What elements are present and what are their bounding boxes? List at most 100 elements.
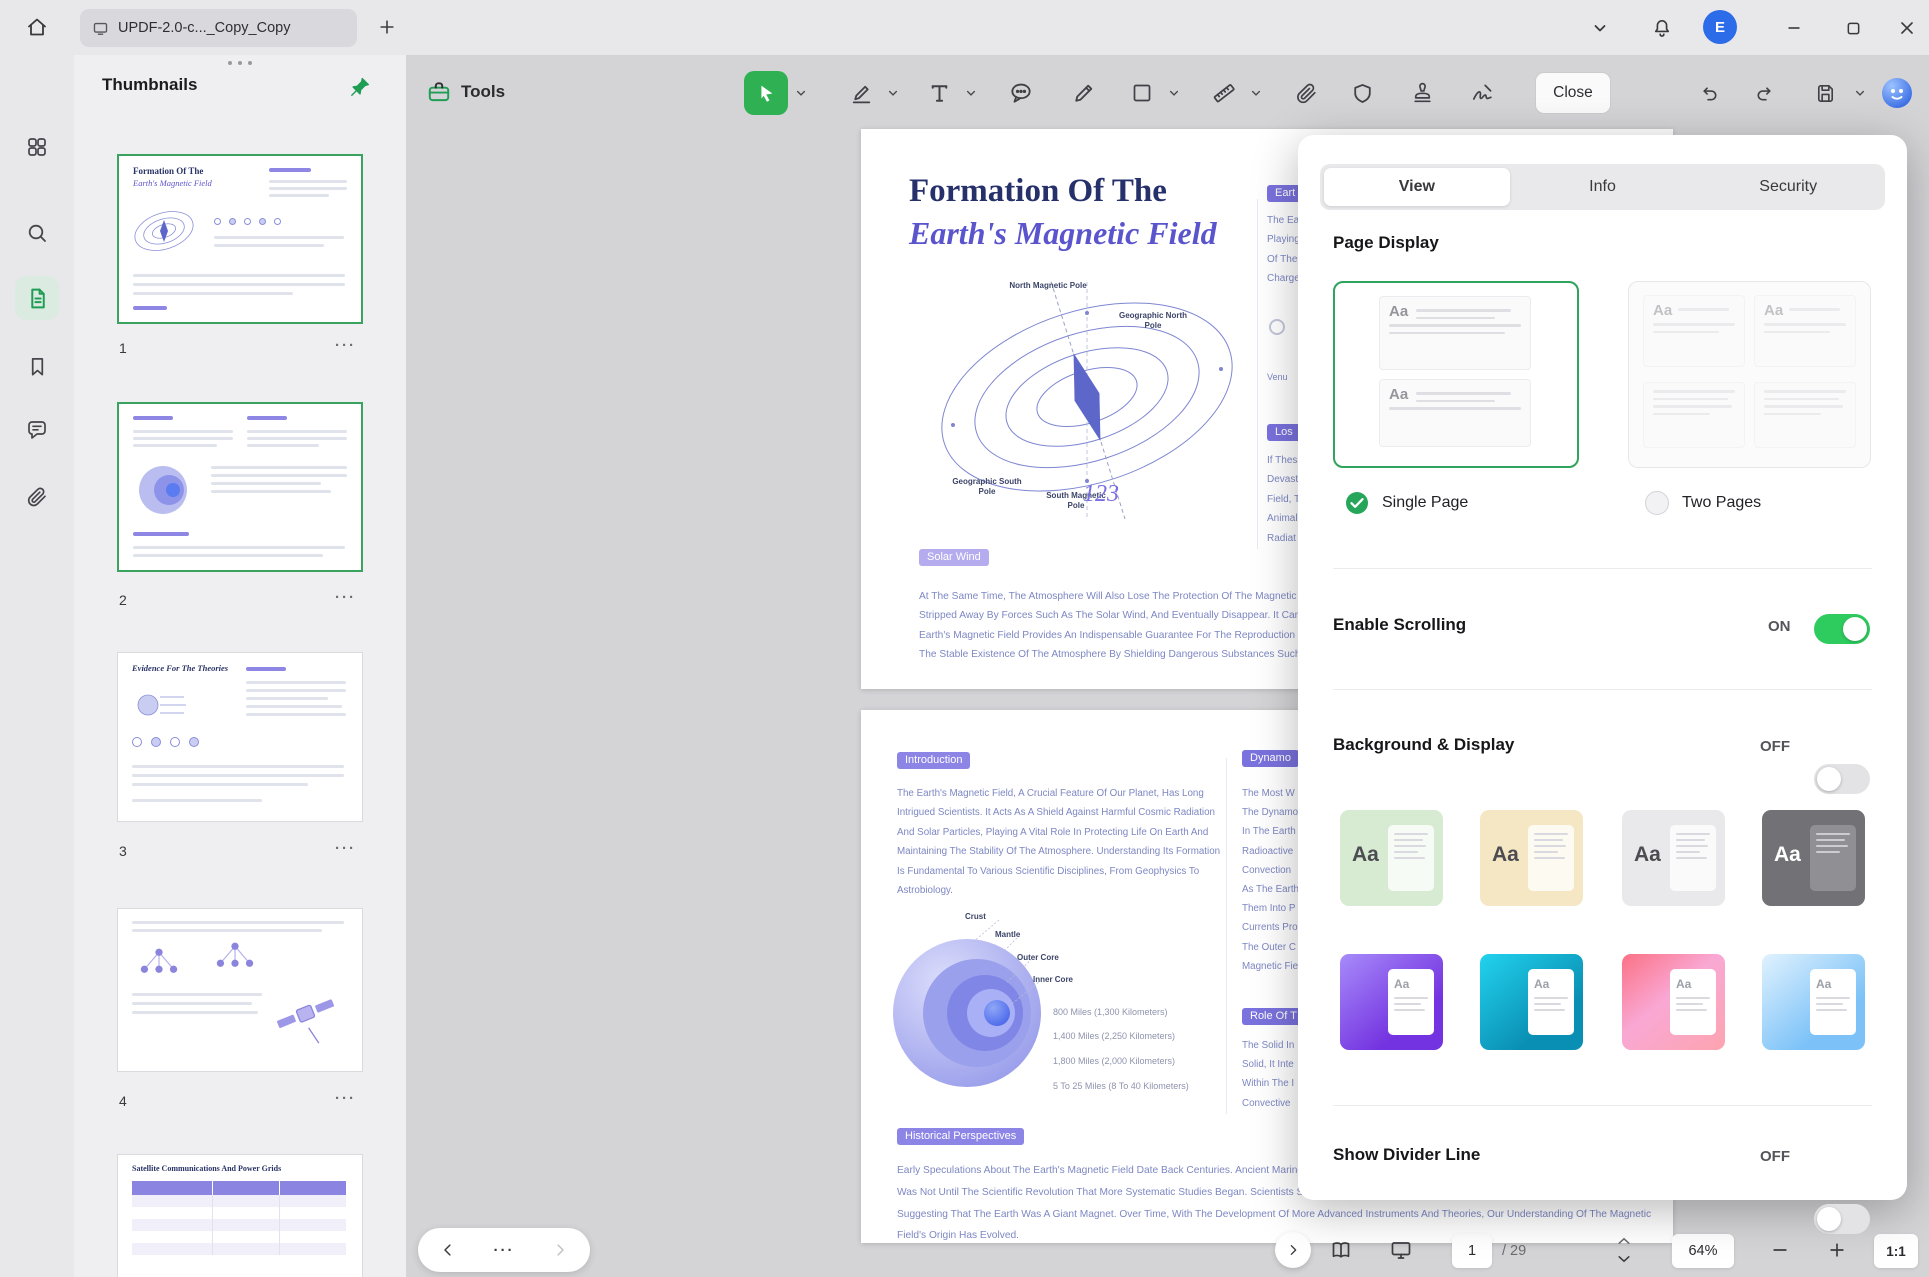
thumb2-menu-button[interactable]: ··· xyxy=(335,589,356,606)
select-tool-chevron-icon[interactable] xyxy=(795,87,807,99)
redo-button[interactable] xyxy=(1746,75,1782,111)
pin-panel-button[interactable] xyxy=(342,69,378,105)
tab-security[interactable]: Security xyxy=(1695,168,1881,206)
prev-page-button[interactable] xyxy=(432,1234,464,1266)
thumb3-circles-row xyxy=(132,737,199,747)
thumbnail-page-2[interactable] xyxy=(117,402,363,572)
signature-tool-button[interactable] xyxy=(1463,73,1503,113)
tab-view[interactable]: View xyxy=(1324,168,1510,206)
sidebar-item-search[interactable] xyxy=(17,213,57,253)
collapse-toolbar-button[interactable] xyxy=(1584,12,1616,44)
thumbnail-page-1[interactable]: Formation Of The Earth's Magnetic Field xyxy=(117,154,363,324)
thumb3-menu-button[interactable]: ··· xyxy=(335,840,356,857)
sidebar-item-bookmarks[interactable] xyxy=(17,346,57,386)
show-divider-toggle[interactable] xyxy=(1814,1204,1870,1234)
theme-swatch-lightblue[interactable]: Aa xyxy=(1762,954,1865,1050)
thumbnail-page-3[interactable]: Evidence For The Theories xyxy=(117,652,363,822)
tools-button[interactable]: Tools xyxy=(416,69,515,115)
undo-button[interactable] xyxy=(1691,75,1727,111)
pin-icon xyxy=(348,75,372,99)
two-pages-preview-card[interactable]: Aa Aa xyxy=(1628,281,1871,468)
measure-tool-chevron-icon[interactable] xyxy=(1250,87,1262,99)
page1-right-badge-2: Los xyxy=(1267,424,1301,441)
role-lines: The Solid InSolid, It InteWithin The ICo… xyxy=(1242,1036,1294,1113)
theme-swatch-pink[interactable]: Aa xyxy=(1622,954,1725,1050)
measure-tool-button[interactable] xyxy=(1204,73,1244,113)
background-display-label: Background & Display xyxy=(1333,735,1514,755)
home-button[interactable] xyxy=(18,8,56,46)
tab-info[interactable]: Info xyxy=(1510,168,1696,206)
highlighter-icon xyxy=(849,81,874,106)
annotate-tool-chevron-icon[interactable] xyxy=(887,87,899,99)
theme-swatch-purple[interactable]: Aa xyxy=(1340,954,1443,1050)
sidebar-item-grid[interactable] xyxy=(17,127,57,167)
sidebar-item-comments[interactable] xyxy=(17,410,57,450)
thumb4-menu-button[interactable]: ··· xyxy=(335,1090,356,1107)
two-pages-option[interactable]: Two Pages xyxy=(1645,491,1761,515)
preview-sample-text: Aa xyxy=(1764,303,1783,318)
save-chevron-icon[interactable] xyxy=(1854,87,1866,99)
introduction-paragraph: The Earth's Magnetic Field, A Crucial Fe… xyxy=(897,784,1220,900)
maximize-button[interactable] xyxy=(1835,11,1871,45)
close-window-button[interactable] xyxy=(1890,11,1924,45)
tab-title: UPDF-2.0-c..._Copy_Copy xyxy=(118,20,290,36)
text-tool-chevron-icon[interactable] xyxy=(965,87,977,99)
user-avatar[interactable]: E xyxy=(1703,10,1737,44)
presentation-mode-button[interactable] xyxy=(1383,1232,1419,1268)
pencil-icon xyxy=(1071,81,1096,106)
label-mantle: Mantle xyxy=(995,930,1020,940)
new-tab-button[interactable] xyxy=(372,12,402,42)
sidebar-item-thumbnails[interactable] xyxy=(15,276,59,320)
single-page-label: Single Page xyxy=(1382,494,1468,512)
actual-size-button[interactable]: 1:1 xyxy=(1874,1234,1918,1268)
comment-icon xyxy=(25,418,49,442)
shape-tool-chevron-icon[interactable] xyxy=(1168,87,1180,99)
close-tools-button[interactable]: Close xyxy=(1536,73,1610,113)
pencil-tool-button[interactable] xyxy=(1063,73,1103,113)
panel-drag-handle[interactable] xyxy=(220,61,260,71)
page1-title-line2: Earth's Magnetic Field xyxy=(909,215,1217,252)
zoom-out-button[interactable] xyxy=(1762,1232,1798,1268)
swatch-sample-text: Aa xyxy=(1634,843,1661,867)
theme-swatch-teal[interactable]: Aa xyxy=(1480,954,1583,1050)
annotate-tool-button[interactable] xyxy=(841,73,881,113)
thumb1-field-diagram xyxy=(129,198,199,264)
page-nav-menu-button[interactable]: ··· xyxy=(488,1234,520,1266)
sidebar-item-attachments[interactable] xyxy=(17,477,57,517)
next-page-button[interactable] xyxy=(544,1234,576,1266)
minimize-button[interactable] xyxy=(1776,11,1812,45)
document-tab[interactable]: UPDF-2.0-c..._Copy_Copy xyxy=(80,9,357,47)
background-swatch-green[interactable]: Aa xyxy=(1340,810,1443,906)
single-page-preview-card[interactable]: Aa Aa xyxy=(1333,281,1579,468)
thumbnail-page-4[interactable] xyxy=(117,908,363,1072)
save-button[interactable] xyxy=(1807,75,1843,111)
background-display-toggle[interactable] xyxy=(1814,764,1870,794)
comment-tool-button[interactable] xyxy=(1001,73,1041,113)
notifications-button[interactable] xyxy=(1645,11,1679,45)
text-tool-button[interactable] xyxy=(919,73,959,113)
thumbnail-page-5[interactable]: Satellite Communications And Power Grids xyxy=(117,1154,363,1277)
background-swatch-dark[interactable]: Aa xyxy=(1762,810,1865,906)
ai-assistant-button[interactable] xyxy=(1881,77,1913,109)
text-icon xyxy=(927,81,952,106)
page-number-input[interactable] xyxy=(1452,1234,1492,1268)
background-swatch-sepia[interactable]: Aa xyxy=(1480,810,1583,906)
tools-label: Tools xyxy=(461,82,505,102)
background-swatch-gray[interactable]: Aa xyxy=(1622,810,1725,906)
shape-tool-button[interactable] xyxy=(1122,73,1162,113)
enable-scrolling-toggle[interactable] xyxy=(1814,614,1870,644)
page1-bottom-paragraph: At The Same Time, The Atmosphere Will Al… xyxy=(919,587,1338,664)
single-page-option[interactable]: Single Page xyxy=(1345,491,1468,515)
select-tool-button[interactable] xyxy=(744,71,788,115)
expand-bottom-bar-button[interactable] xyxy=(1275,1232,1311,1268)
page1-annotation-123[interactable]: 123 xyxy=(1083,481,1119,508)
sticker-tool-button[interactable] xyxy=(1342,73,1382,113)
page-layout-button[interactable] xyxy=(1323,1232,1359,1268)
zoom-level-button[interactable]: 64% xyxy=(1672,1234,1734,1268)
thumb1-menu-button[interactable]: ··· xyxy=(335,337,356,354)
attach-tool-button[interactable] xyxy=(1286,73,1326,113)
zoom-in-button[interactable] xyxy=(1819,1232,1855,1268)
stamp-tool-button[interactable] xyxy=(1402,73,1442,113)
page-stepper[interactable] xyxy=(1614,1235,1634,1267)
page1-column-divider xyxy=(1257,199,1258,549)
